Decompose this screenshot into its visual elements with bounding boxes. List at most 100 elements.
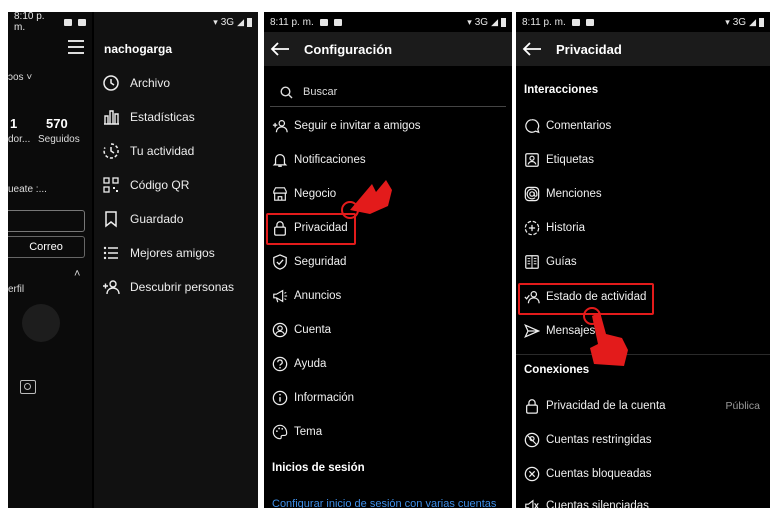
privacy-item-mentions[interactable]: Menciones (524, 186, 602, 202)
privacy-item-story[interactable]: Historia (524, 220, 585, 236)
drawer-item-label: Tu actividad (130, 144, 195, 158)
muted-icon (524, 498, 540, 508)
drawer-item-label: Descubrir personas (130, 280, 235, 294)
drawer-item-label: Estadísticas (130, 110, 195, 124)
back-arrow-icon[interactable] (270, 41, 290, 57)
following-count[interactable]: 570 (46, 116, 68, 131)
palette-icon (272, 424, 288, 440)
following-label[interactable]: Seguidos (38, 134, 80, 145)
search-icon (280, 85, 293, 98)
shield-icon (272, 254, 288, 270)
notification-icon (319, 18, 328, 26)
multi-account-login-link[interactable]: Configurar inicio de sesión con varias c… (272, 498, 496, 508)
account-privacy-value: Pública (725, 400, 760, 412)
settings-item-theme[interactable]: Tema (272, 424, 322, 440)
chevron-up-icon[interactable]: ˄ (74, 268, 80, 280)
side-drawer: ▾ 3G ◢ nachogarga Archivo Estadísticas Tu … (94, 12, 258, 508)
settings-item-label: Seguridad (294, 256, 347, 268)
section-heading-logins: Inicios de sesión (272, 462, 365, 474)
drawer-item-label: Código QR (130, 178, 190, 192)
drawer-item-descubrir-personas[interactable]: Descubrir personas (102, 278, 234, 296)
bell-icon (272, 152, 288, 168)
drawer-item-estadisticas[interactable]: Estadísticas (102, 108, 195, 126)
status-icons: ▾ 3G ◢ (725, 17, 764, 28)
hand-pointer-icon (341, 180, 392, 219)
notification-icon (64, 18, 73, 26)
posts-count: 1 (10, 116, 18, 131)
add-person-icon (272, 118, 288, 134)
drawer-item-label: Guardado (130, 212, 184, 226)
drawer-item-archivo[interactable]: Archivo (102, 74, 170, 92)
settings-item-help[interactable]: Ayuda (272, 356, 326, 372)
privacy-item-guides[interactable]: Guías (524, 254, 577, 270)
notification-icon (333, 18, 342, 26)
help-icon (272, 356, 288, 372)
privacy-item-comments[interactable]: Comentarios (524, 118, 611, 134)
status-bar: 8:11 p. m. ▾ 3G ◢ (516, 12, 770, 32)
account-circle-icon (272, 322, 288, 338)
tagged-photos-icon[interactable] (20, 380, 36, 394)
hand-pointer-icon (583, 307, 628, 366)
history-icon (102, 74, 120, 92)
status-time: 8:11 p. m. (270, 16, 314, 28)
status-icons: ▾ 3G ◢ (213, 17, 252, 28)
privacy-item-label: Comentarios (546, 120, 612, 132)
settings-screen: 8:11 p. m. ▾ 3G ◢ Configuración Buscar Seg… (264, 12, 512, 508)
privacy-item-label: Cuentas silenciadas (546, 500, 649, 508)
back-arrow-icon[interactable] (522, 41, 542, 57)
drawer-item-mejores-amigos[interactable]: Mejores amigos (102, 244, 215, 262)
settings-item-label: Información (294, 392, 355, 404)
drawer-item-label: Archivo (130, 76, 171, 90)
settings-item-ads[interactable]: Anuncios (272, 288, 341, 304)
status-time: 8:11 p. m. (522, 16, 566, 28)
settings-item-information[interactable]: Información (272, 390, 354, 406)
profile-label: erfil (8, 284, 25, 295)
edit-profile-button[interactable] (8, 210, 85, 232)
guide-book-icon (524, 254, 540, 270)
settings-item-notifications[interactable]: Notificaciones (272, 152, 366, 168)
bookmark-icon (102, 210, 120, 228)
divider (516, 354, 770, 355)
notification-icon (78, 18, 86, 26)
settings-item-account[interactable]: Cuenta (272, 322, 331, 338)
search-placeholder: Buscar (303, 86, 338, 98)
drawer-item-codigo-qr[interactable]: Código QR (102, 176, 189, 194)
privacy-item-label: Etiquetas (546, 154, 594, 166)
settings-item-label: Seguir e invitar a amigos (294, 120, 421, 132)
search-input[interactable]: Buscar (270, 78, 506, 107)
settings-item-label: Anuncios (294, 290, 342, 302)
avatar[interactable] (22, 304, 60, 342)
privacy-item-label: Cuentas bloqueadas (546, 468, 652, 480)
drawer-item-label: Mejores amigos (130, 246, 215, 260)
settings-item-label: Ayuda (294, 358, 327, 370)
settings-item-security[interactable]: Seguridad (272, 254, 346, 270)
status-bar: 8:11 p. m. ▾ 3G ◢ (264, 12, 512, 32)
privacy-item-blocked[interactable]: Cuentas bloqueadas (524, 466, 652, 482)
mail-button[interactable]: Correo (8, 236, 85, 258)
privacy-screen: 8:11 p. m. ▾ 3G ◢ Privacidad Interacciones… (516, 12, 770, 508)
status-time: 8:10 p. m. (14, 12, 45, 33)
status-bar: ▾ 3G ◢ (94, 12, 258, 32)
drawer-item-tu-actividad[interactable]: Tu actividad (102, 142, 194, 160)
settings-item-follow-invite[interactable]: Seguir e invitar a amigos (272, 118, 421, 134)
send-icon (524, 323, 540, 339)
privacy-item-restricted[interactable]: Cuentas restringidas (524, 432, 651, 448)
privacy-item-tags[interactable]: Etiquetas (524, 152, 594, 168)
profile-drawer-screen: 8:10 p. m. ɔos ˅ 1 dor... 570 Seguidos u… (8, 12, 258, 508)
story-add-icon (524, 220, 540, 236)
privacy-item-muted[interactable]: Cuentas silenciadas (524, 498, 649, 508)
drawer-username: nachogarga (104, 42, 173, 56)
account-dropdown[interactable]: ɔos ˅ (8, 72, 32, 83)
at-sign-icon (524, 186, 540, 202)
bar-chart-icon (102, 108, 120, 126)
notification-icon (571, 18, 580, 26)
privacy-item-account-privacy[interactable]: Privacidad de la cuenta (524, 398, 666, 414)
add-person-icon (102, 278, 120, 296)
drawer-item-guardado[interactable]: Guardado (102, 210, 183, 228)
privacy-item-label: Privacidad de la cuenta (546, 400, 666, 412)
settings-item-label: Tema (294, 426, 323, 438)
settings-item-business[interactable]: Negocio (272, 186, 336, 202)
privacy-item-label: Guías (546, 256, 577, 268)
menu-icon[interactable] (68, 40, 84, 58)
status-icons: ▾ 3G ◢ (467, 17, 506, 28)
